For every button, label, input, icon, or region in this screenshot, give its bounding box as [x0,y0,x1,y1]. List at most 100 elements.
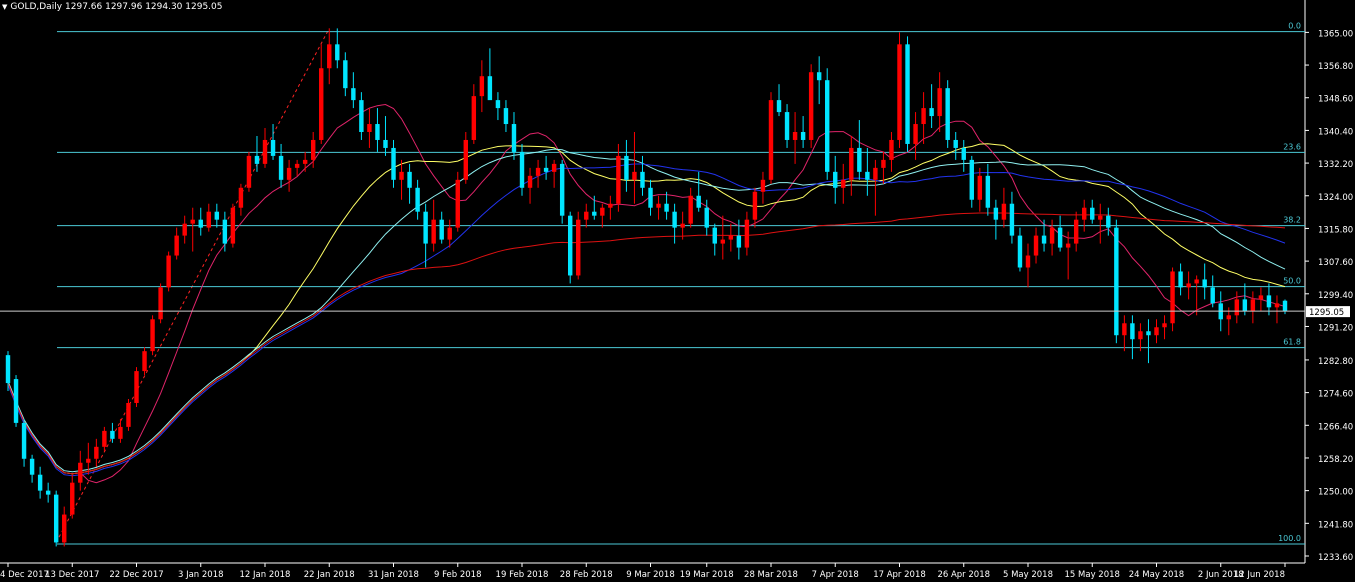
candle-body [1178,271,1183,288]
x-tick-label: 12 Jan 2018 [240,570,291,580]
candle-body [1154,327,1159,336]
candle-body [302,159,308,164]
candle-body [519,151,525,188]
candle-body [431,219,436,244]
y-tick-label: 1299.40 [1318,291,1353,301]
candle-body [1146,331,1151,336]
candle-body [656,203,661,208]
candle-body [439,219,444,240]
candle-body [335,44,340,61]
price-chart[interactable]: 0.0 23.6 38.2 50.0 61.8 100.0 1295.05 1365.00 13… [0,0,1355,582]
candle-body [985,175,991,208]
candle-body [816,72,822,81]
candle-body [551,163,557,172]
candle-body [1098,215,1103,220]
candle-body [824,80,830,172]
candle-body [696,195,701,208]
candle-body [78,462,83,483]
x-tick-label: 7 Apr 2018 [812,570,859,580]
ma-yellow-line [7,143,1286,475]
candle-body [214,211,220,220]
candle-body [905,44,910,144]
candle-body [559,163,565,216]
candle-body [720,239,726,244]
candle-body [913,124,918,144]
x-tick-label: 19 Mar 2018 [680,570,734,580]
candle-body [969,159,974,200]
y-tick-label: 1266.40 [1318,422,1353,432]
candle-body [1041,235,1047,244]
candle-body [37,474,43,491]
candle-body [1065,243,1071,248]
y-tick-label: 1340.40 [1318,127,1353,137]
candle-body [1250,299,1256,312]
candle-body [889,139,894,160]
x-tick-label: 13 Dec 2017 [45,570,99,580]
candle-body [383,139,388,148]
candle-body [576,219,581,276]
candle-body [760,179,766,192]
candle-body [359,100,364,132]
candle-body [857,147,862,172]
candle-body [126,402,131,427]
candle-body [881,159,886,168]
y-tick-label: 1315.80 [1318,225,1353,235]
candle-body [319,68,324,140]
candle-body [592,211,597,216]
candle-body [70,482,75,515]
candle-body [102,430,107,447]
candle-body [616,155,621,204]
y-tick-label: 1324.00 [1318,193,1353,203]
candle-body [752,191,758,220]
fib-level-label: 61.8 [1283,338,1301,347]
candle-body [977,175,983,200]
candle-body [640,171,645,188]
candle-body [142,351,147,372]
candle-body [584,211,589,220]
candle-body [1210,287,1215,304]
candle-body [664,203,669,212]
candle-body [455,179,460,228]
candle-body [632,171,637,180]
candle-body [1170,271,1175,324]
candle-body [865,171,870,180]
candle-body [1017,235,1023,268]
candle-body [254,155,260,164]
x-tick-label: 28 Mar 2018 [744,570,798,580]
y-tick-label: 1282.80 [1318,357,1353,367]
candle-body [511,124,517,152]
candle-body [190,219,195,224]
candle-body [1090,207,1095,220]
candle-body [150,319,155,352]
candle-body [327,44,332,69]
candle-body [704,207,709,228]
candle-body [897,44,902,140]
candle-body [1122,323,1127,336]
x-tick-label: 24 May 2018 [1129,570,1184,580]
candle-body [174,235,179,256]
candle-body [198,219,203,228]
candle-body [222,219,228,244]
current-price-label: 1295.05 [1309,308,1344,318]
candle-body [608,203,613,208]
candle-body [808,72,814,140]
candle-body [1234,299,1240,316]
candle-body [600,207,605,216]
candle-body [535,167,541,176]
candle-body [423,211,428,244]
candle-body [351,88,356,101]
candle-body [158,287,163,320]
y-tick-label: 1241.80 [1318,520,1353,530]
candle-body [1033,235,1039,256]
candle-body [873,167,878,180]
candle-body [118,426,123,439]
candle-body [712,227,717,244]
candle-body [1106,215,1111,228]
x-tick-label: 26 Apr 2018 [937,570,990,580]
x-tick-label: 22 Jan 2018 [304,570,355,580]
y-tick-label: 1307.60 [1318,258,1353,268]
candle-body [1138,331,1143,340]
x-tick-label: 9 Mar 2018 [626,570,674,580]
x-tick-label: 5 May 2018 [1003,570,1053,580]
y-tick-label: 1274.60 [1318,390,1353,400]
